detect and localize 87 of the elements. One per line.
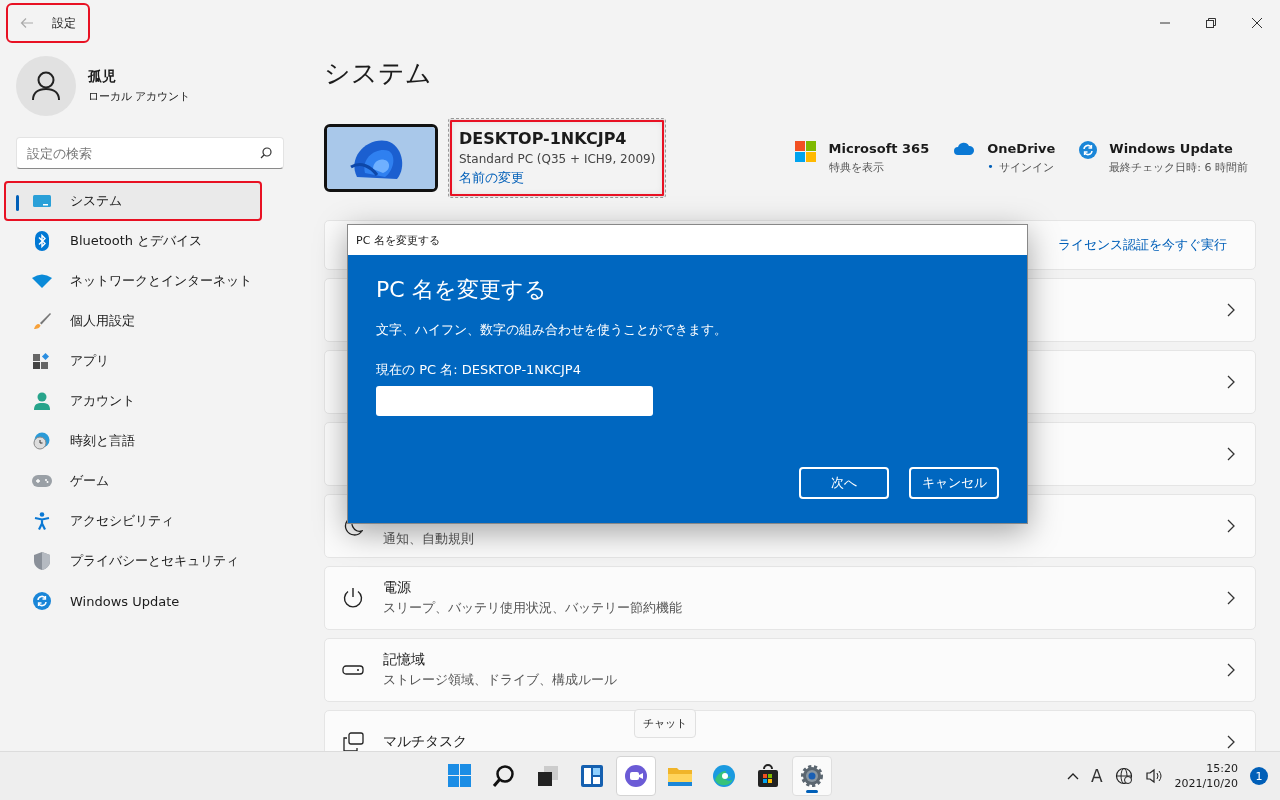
nav-item[interactable]: Windows Update: [16, 581, 284, 621]
nav-item[interactable]: ゲーム: [16, 461, 284, 501]
notification-badge[interactable]: 1: [1250, 767, 1268, 785]
card-title: 記憶域: [383, 651, 426, 669]
service-subtitle: 特典を表示: [828, 160, 884, 175]
nav-item[interactable]: ネットワークとインターネット: [16, 261, 284, 301]
chevron-icon: [1227, 447, 1235, 461]
nav-item[interactable]: Bluetooth とデバイス: [16, 221, 284, 261]
drive-icon: [342, 665, 364, 675]
service-subtitle: 最終チェック日時: 6 時間前: [1109, 160, 1248, 175]
device-name: DESKTOP-1NKCJP4: [459, 129, 628, 148]
nav-item[interactable]: 時刻と言語: [16, 421, 284, 461]
chevron-icon: [1227, 375, 1235, 389]
window-title: 設定: [52, 14, 76, 32]
chevron-icon: [1227, 303, 1235, 317]
card-title: 電源: [383, 579, 412, 597]
speaker-icon[interactable]: [1144, 768, 1163, 784]
person-icon: [34, 392, 50, 410]
clock-date[interactable]: 2021/10/20: [1174, 776, 1238, 791]
settings-card[interactable]: 記憶域 ストレージ領域、ドライブ、構成ルール: [324, 638, 1256, 702]
chevron-icon: [1227, 663, 1235, 677]
start-icon: [448, 764, 472, 788]
sync-icon: [33, 592, 51, 610]
search-field[interactable]: 設定の検索: [16, 137, 284, 169]
shield-icon: [34, 552, 50, 570]
rename-link[interactable]: 名前の変更: [459, 169, 524, 187]
brush-icon: [33, 312, 51, 330]
chevron-icon: [1227, 519, 1235, 533]
shopping-bag-icon: [756, 764, 780, 788]
cloud-icon[interactable]: [953, 141, 976, 155]
restore-icon: [1206, 18, 1216, 28]
person-icon: [32, 71, 60, 101]
service-title[interactable]: Microsoft 365: [828, 141, 930, 156]
chevron-icon: [1227, 735, 1235, 749]
windows-stack-icon: [342, 732, 364, 752]
clock-icon: [33, 432, 51, 450]
next-button[interactable]: 次へ: [799, 467, 889, 499]
nav-item[interactable]: アクセシビリティ: [16, 501, 284, 541]
chevron-icon: [1227, 591, 1235, 605]
account-type: ローカル アカウント: [88, 89, 191, 104]
folder-icon: [667, 765, 693, 787]
browser-icon: [712, 764, 736, 788]
gear-icon: [800, 764, 824, 788]
activation-link[interactable]: ライセンス認証を今すぐ実行: [1058, 236, 1227, 254]
apps-icon: [33, 352, 51, 370]
nav-item[interactable]: 個人用設定: [16, 301, 284, 341]
nav-item[interactable]: アカウント: [16, 381, 284, 421]
card-title: マルチタスク: [383, 733, 468, 751]
clock-time[interactable]: 15:20: [1174, 761, 1238, 776]
dialog-description: 文字、ハイフン、数字の組み合わせを使うことができます。: [376, 321, 728, 339]
name-input-field[interactable]: [376, 386, 653, 416]
wifi-icon: [32, 274, 52, 288]
nav-item[interactable]: アプリ: [16, 341, 284, 381]
settings-card[interactable]: 電源 スリープ、バッテリ使用状況、バッテリー節約機能: [324, 566, 1256, 630]
bluetooth-icon: [35, 231, 49, 251]
search-icon: [492, 764, 516, 788]
dialog-heading: PC 名を変更する: [376, 276, 548, 304]
service-subtitle: サインイン: [998, 160, 1054, 175]
power-icon: [342, 587, 364, 609]
monitor-icon: [32, 194, 52, 208]
sync-icon[interactable]: [1079, 141, 1098, 159]
status-dot: •: [987, 160, 994, 175]
card-subtitle: スリープ、バッテリ使用状況、バッテリー節約機能: [383, 600, 683, 617]
taskbar-button[interactable]: [792, 756, 832, 796]
card-subtitle: ストレージ領域、ドライブ、構成ルール: [383, 672, 618, 689]
widgets-icon: [580, 764, 604, 788]
device-model: Standard PC (Q35 + ICH9, 2009): [459, 152, 656, 166]
close-icon: [1252, 18, 1262, 28]
search-icon[interactable]: [260, 147, 272, 159]
user-name: 孤児: [88, 68, 117, 86]
accessibility-icon: [34, 512, 50, 530]
globe-icon[interactable]: [1114, 767, 1133, 785]
nav-item[interactable]: プライバシーとセキュリティ: [16, 541, 284, 581]
gamepad-icon: [32, 474, 52, 488]
caret-up-icon[interactable]: [1066, 772, 1079, 780]
cancel-button[interactable]: キャンセル: [909, 467, 999, 499]
service-title[interactable]: OneDrive: [987, 141, 1056, 156]
nav-item[interactable]: システム: [4, 181, 262, 221]
current-name-label: 現在の PC 名: DESKTOP-1NKCJP4: [376, 361, 582, 379]
service-title[interactable]: Windows Update: [1109, 141, 1248, 156]
tooltip: チャット: [634, 709, 696, 738]
task-view-icon: [536, 764, 560, 788]
video-chat-icon: [624, 764, 648, 788]
page-title: システム: [324, 57, 433, 90]
card-subtitle: 通知、自動規則: [383, 531, 475, 548]
dialog-title: PC 名を変更する: [348, 225, 1027, 255]
four-squares-icon[interactable]: [794, 141, 817, 163]
